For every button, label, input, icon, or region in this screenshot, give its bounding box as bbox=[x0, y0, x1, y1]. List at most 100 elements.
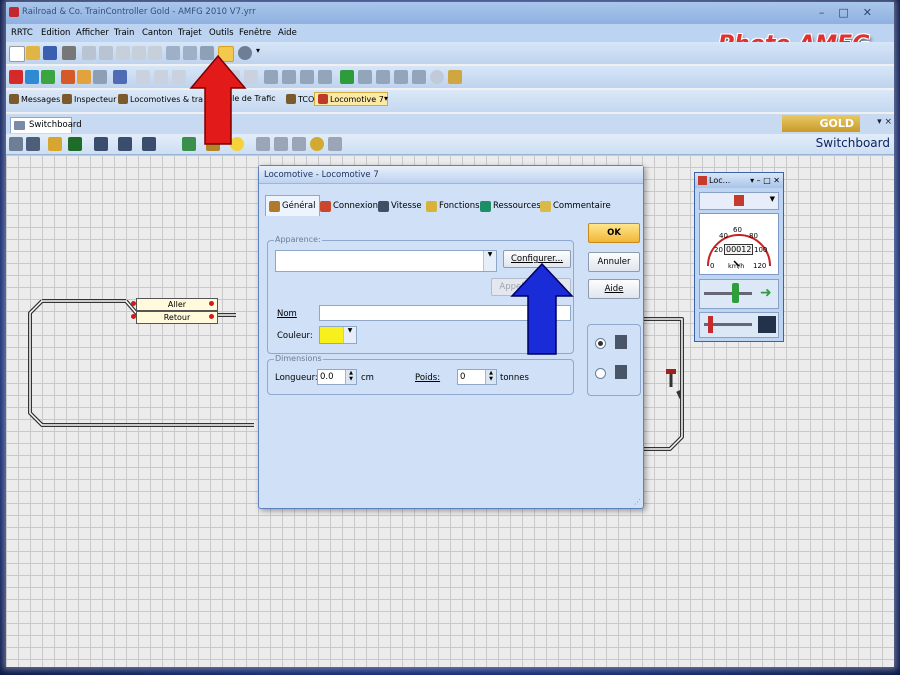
length-field[interactable]: 0.0 ▲ ▼ bbox=[317, 369, 357, 385]
view-mode-group bbox=[587, 324, 641, 396]
speedometer: 20 40 60 80 100 120 0 00012 km/h bbox=[699, 213, 779, 275]
paste-icon[interactable] bbox=[148, 46, 162, 60]
tabs-overflow-chevron-icon[interactable]: ▾ bbox=[384, 94, 388, 103]
brake-slider-handle[interactable] bbox=[708, 316, 713, 333]
messages-icon bbox=[9, 94, 19, 104]
switch-icon-3[interactable] bbox=[300, 70, 314, 84]
cancel-button[interactable]: Annuler bbox=[588, 252, 640, 272]
menu-fenetre[interactable]: Fenêtre bbox=[239, 28, 271, 38]
gauge-tick-40: 40 bbox=[719, 232, 728, 240]
connection-tab-icon bbox=[320, 200, 331, 212]
color-picker[interactable]: ▼ bbox=[319, 326, 357, 344]
multi-view-icon bbox=[615, 365, 627, 379]
loco-window-controls[interactable]: ▾ – □ ✕ bbox=[750, 173, 780, 188]
weight-spinner[interactable]: ▲ ▼ bbox=[485, 370, 496, 384]
tab-commentaire[interactable]: Commentaire bbox=[537, 197, 614, 215]
color-picker-icon[interactable] bbox=[68, 137, 82, 151]
stop-icon[interactable] bbox=[9, 70, 23, 84]
tab-fonctions[interactable]: Fonctions bbox=[423, 197, 483, 215]
block-retour-right-signal bbox=[209, 314, 214, 319]
sound-icon[interactable] bbox=[448, 70, 462, 84]
gold-edition-badge: GOLD bbox=[782, 115, 860, 132]
counter-tool-icon[interactable] bbox=[256, 137, 270, 151]
function-keys-icon[interactable] bbox=[758, 316, 776, 333]
eraser-icon[interactable] bbox=[48, 137, 62, 151]
sound-tool-icon[interactable] bbox=[310, 137, 324, 151]
window-tool-icon[interactable] bbox=[274, 137, 288, 151]
functions-tab-icon bbox=[426, 200, 437, 212]
image-tool-icon[interactable] bbox=[292, 137, 306, 151]
weight-field[interactable]: 0 ▲ ▼ bbox=[457, 369, 497, 385]
block-icon-3[interactable] bbox=[172, 70, 186, 84]
block-retour-left-signal bbox=[131, 314, 136, 319]
print-icon[interactable] bbox=[62, 46, 76, 60]
block-icon-1[interactable] bbox=[136, 70, 150, 84]
view-tab-inspecteur[interactable]: Inspecteur bbox=[62, 94, 116, 104]
block-retour[interactable]: Retour bbox=[136, 311, 218, 324]
signal-tool-icon[interactable] bbox=[142, 137, 156, 151]
tool-icon-1[interactable] bbox=[166, 46, 180, 60]
doc-window-controls[interactable]: ▾ × bbox=[877, 117, 892, 127]
link-icon-3[interactable] bbox=[394, 70, 408, 84]
menu-train[interactable]: Train bbox=[114, 28, 134, 38]
new-file-icon[interactable] bbox=[9, 46, 25, 62]
tab-general[interactable]: Général bbox=[265, 195, 320, 216]
train-icon[interactable] bbox=[77, 70, 91, 84]
link-icon-2[interactable] bbox=[376, 70, 390, 84]
tab-vitesse[interactable]: Vitesse bbox=[375, 197, 425, 215]
open-folder-icon[interactable] bbox=[26, 46, 40, 60]
copy-icon[interactable] bbox=[132, 46, 146, 60]
menu-outils[interactable]: Outils bbox=[209, 28, 234, 38]
go-icon[interactable] bbox=[41, 70, 55, 84]
length-spinner[interactable]: ▲ ▼ bbox=[345, 370, 356, 384]
menu-rrtc[interactable]: RRTC bbox=[11, 28, 33, 38]
toolbar-overflow-chevron-icon[interactable]: ▾ bbox=[256, 46, 264, 60]
view-mode-radio-2[interactable] bbox=[595, 368, 606, 379]
redo-icon[interactable] bbox=[99, 46, 113, 60]
block-icon-2[interactable] bbox=[154, 70, 168, 84]
menu-aide[interactable]: Aide bbox=[278, 28, 297, 38]
switch-icon-1[interactable] bbox=[264, 70, 278, 84]
direction-arrow-icon[interactable]: ➜ bbox=[760, 285, 772, 301]
signal-icon[interactable] bbox=[93, 70, 107, 84]
power-icon[interactable] bbox=[25, 70, 39, 84]
pointer-icon[interactable] bbox=[9, 137, 23, 151]
view-tab-messages[interactable]: Messages bbox=[9, 94, 60, 104]
timer-icon[interactable] bbox=[61, 70, 75, 84]
camera-tool-icon[interactable] bbox=[328, 137, 342, 151]
link-icon-4[interactable] bbox=[412, 70, 426, 84]
menu-canton[interactable]: Canton bbox=[142, 28, 172, 38]
view-tab-locomotive-7[interactable]: Locomotive 7 bbox=[314, 92, 388, 106]
menu-afficher[interactable]: Afficher bbox=[76, 28, 109, 38]
appearance-select[interactable]: ▼ bbox=[275, 250, 497, 272]
view-mode-radio-1[interactable] bbox=[595, 338, 606, 349]
chevron-down-icon: ▼ bbox=[769, 195, 775, 203]
auto-a-icon[interactable] bbox=[340, 70, 354, 84]
switch-icon-2[interactable] bbox=[282, 70, 296, 84]
menu-trajet[interactable]: Trajet bbox=[178, 28, 202, 38]
switch-icon-4[interactable] bbox=[318, 70, 332, 84]
loco-window-title: Loc... ▾ – □ ✕ bbox=[695, 173, 783, 188]
tab-ressources[interactable]: Ressources bbox=[477, 197, 544, 215]
route-icon[interactable] bbox=[113, 70, 127, 84]
color-label: Couleur: bbox=[277, 331, 313, 341]
menu-edition[interactable]: Edition bbox=[41, 28, 70, 38]
block-aller[interactable]: Aller bbox=[136, 298, 218, 311]
view-tab-tco[interactable]: TCO bbox=[286, 94, 314, 104]
save-icon[interactable] bbox=[43, 46, 57, 60]
link-icon-1[interactable] bbox=[358, 70, 372, 84]
track-tool-icon[interactable] bbox=[118, 137, 132, 151]
line-tool-icon[interactable] bbox=[94, 137, 108, 151]
cut-icon[interactable] bbox=[116, 46, 130, 60]
pencil-icon[interactable] bbox=[26, 137, 40, 151]
resize-grip-icon[interactable]: ⋰ bbox=[634, 498, 641, 506]
window-controls[interactable]: –□✕ bbox=[819, 6, 886, 19]
help-button[interactable]: Aide bbox=[588, 279, 640, 299]
doc-tab-switchboard[interactable]: Switchboard bbox=[10, 117, 82, 133]
undo-icon[interactable] bbox=[82, 46, 96, 60]
clock-icon[interactable] bbox=[430, 70, 444, 84]
loco-selector[interactable]: ▼ bbox=[699, 192, 779, 210]
tab-connexion[interactable]: Connexion bbox=[317, 197, 381, 215]
throttle-slider-handle[interactable] bbox=[732, 283, 739, 303]
ok-button[interactable]: OK bbox=[588, 223, 640, 243]
